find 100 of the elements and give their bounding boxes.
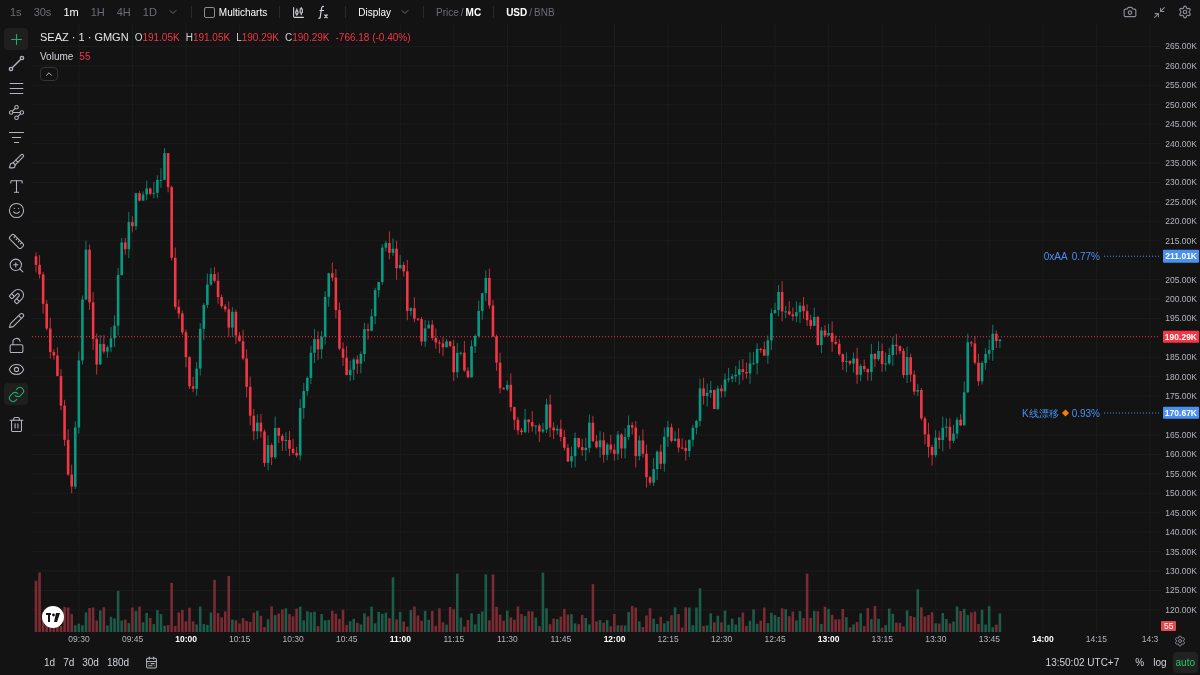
time-tick: 12:30 — [710, 635, 733, 644]
last-price-badge: 190.29K — [1162, 330, 1199, 343]
time-tick: 14:15 — [1085, 635, 1108, 644]
time-tick: 13:45 — [978, 635, 1000, 644]
price-tick: 220.00K — [1165, 217, 1197, 226]
multicharts-checkbox[interactable] — [203, 6, 215, 18]
collapse-icon[interactable] — [1153, 5, 1166, 19]
price-tick: 150.00K — [1165, 489, 1197, 498]
price-tick: 125.00K — [1165, 586, 1197, 595]
time-tick: 11:30 — [497, 635, 518, 644]
logo-icon — [46, 612, 60, 622]
price-tick: 245.00K — [1165, 119, 1197, 129]
tool-button[interactable] — [4, 28, 28, 50]
currency-option[interactable]: USD — [506, 4, 528, 20]
interval-tab[interactable]: 1D — [140, 3, 159, 21]
price-mode-option[interactable]: Price — [436, 4, 459, 20]
volume-value: 55 — [79, 49, 91, 64]
price-tick: 200.00K — [1165, 294, 1197, 304]
marker-value: 0.77% — [1071, 249, 1100, 264]
time-tick: 11:00 — [389, 635, 411, 644]
magnet-icon — [7, 287, 25, 305]
time-tick: 10:15 — [229, 635, 251, 644]
price-tick: 260.00K — [1165, 61, 1197, 71]
price-badge: 211.01K — [1163, 250, 1199, 263]
price-tick: 145.00K — [1165, 508, 1197, 517]
clock-text: 13:50:02 UTC+7 — [1045, 656, 1120, 670]
time-tick: 10:30 — [282, 635, 304, 644]
time-tick: 13:00 — [817, 635, 840, 644]
candles-icon[interactable] — [292, 5, 306, 19]
calendar-icon[interactable] — [145, 656, 159, 669]
pattern-icon — [7, 104, 25, 121]
range-button[interactable]: 180d — [106, 655, 130, 670]
tool-button[interactable] — [4, 383, 28, 405]
trash-icon — [7, 416, 25, 433]
interval-tab[interactable]: 30s — [31, 3, 54, 21]
time-tick: 13:15 — [871, 635, 893, 644]
price-tick: 215.00K — [1165, 236, 1197, 245]
time-tick: 10:45 — [336, 635, 358, 644]
time-tick: 13:30 — [925, 635, 947, 644]
price-tick: 180.00K — [1165, 372, 1197, 381]
range-button[interactable]: 7d — [63, 655, 75, 670]
price-mode-option[interactable]: MC — [465, 4, 482, 20]
price-tick: 130.00K — [1165, 566, 1197, 576]
interval-tab[interactable]: 4H — [114, 3, 133, 21]
time-tick: 14:3 — [1141, 635, 1159, 644]
price-tick: 160.00K — [1165, 450, 1197, 459]
price-tick: 155.00K — [1165, 469, 1197, 479]
function-icon[interactable] — [317, 5, 330, 19]
lock-icon — [7, 336, 25, 354]
ohlc-value: C190.29K — [285, 30, 330, 45]
time-tick: 10:00 — [175, 635, 197, 644]
pencil-icon — [7, 312, 25, 329]
interval-tab[interactable]: 1m — [61, 3, 81, 21]
ohlc-value: H191.05K — [185, 30, 231, 45]
time-tick: 09:30 — [68, 635, 90, 644]
price-tick: 195.00K — [1165, 314, 1197, 323]
brush-icon — [7, 153, 25, 170]
range-button[interactable]: 30d — [82, 655, 99, 670]
price-tick: 230.00K — [1165, 178, 1197, 187]
link-icon — [7, 385, 25, 403]
time-tick: 12:45 — [764, 635, 786, 644]
time-tick: 11:15 — [443, 635, 465, 644]
range-button[interactable]: 1d — [44, 655, 56, 670]
currency-option[interactable]: BNB — [534, 4, 555, 20]
ruler-icon — [7, 232, 25, 250]
line-icon — [7, 55, 25, 72]
marker-label: K线漂移 — [1021, 406, 1059, 421]
camera-icon[interactable] — [1123, 5, 1137, 19]
price-tick: 235.00K — [1165, 158, 1197, 168]
separator-slash: / — [529, 5, 533, 20]
price-tick: 225.00K — [1165, 197, 1197, 207]
zoom-in-icon — [7, 257, 25, 274]
price-tick: 205.00K — [1165, 275, 1197, 284]
ohlc-value: O191.05K — [134, 30, 180, 45]
scale-button[interactable]: % — [1132, 652, 1148, 673]
time-tick: 12:15 — [657, 635, 679, 644]
time-tick: 09:45 — [121, 635, 144, 644]
interval-tab[interactable]: 1H — [88, 3, 107, 21]
settings-icon[interactable] — [1174, 635, 1186, 647]
price-tick: 250.00K — [1165, 100, 1197, 109]
price-tick: 185.00K — [1165, 353, 1197, 362]
time-tick: 14:00 — [1032, 635, 1054, 644]
scale-button[interactable]: auto — [1172, 652, 1198, 673]
multicharts-label: Multicharts — [218, 5, 268, 20]
price-tick: 120.00K — [1165, 605, 1197, 615]
time-tick: 12:00 — [603, 635, 626, 644]
volume-label: Volume — [40, 49, 74, 64]
eye-icon — [7, 361, 25, 378]
price-tick: 265.00K — [1165, 42, 1197, 51]
display-menu[interactable]: Display — [358, 4, 391, 20]
price-tick: 165.00K — [1165, 430, 1197, 440]
volume-badge: 55 — [1161, 620, 1177, 631]
smile-icon — [7, 202, 25, 219]
scale-button[interactable]: log — [1150, 652, 1170, 673]
marker-value: 0.93% — [1071, 406, 1100, 421]
settings-icon[interactable] — [1178, 5, 1192, 19]
change-value: -766.18 (-0.40%) — [335, 30, 411, 45]
interval-tab[interactable]: 1s — [8, 3, 24, 21]
price-tick: 140.00K — [1165, 527, 1197, 537]
marker-label: 0xAA — [1043, 249, 1068, 264]
